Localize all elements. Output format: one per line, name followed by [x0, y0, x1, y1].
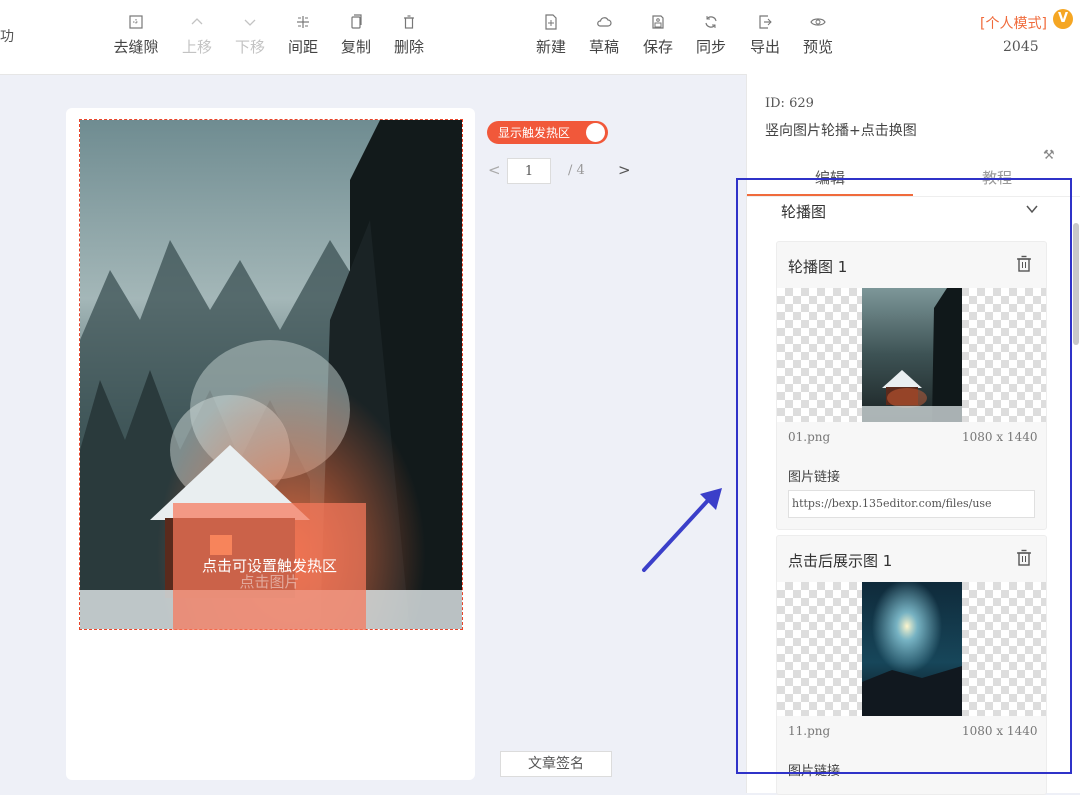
click-image-card: 点击后展示图 1 11.png 1080 x 1440 图片链接: [776, 535, 1047, 795]
click-image-title: 点击后展示图 1: [788, 552, 893, 570]
chevron-down-icon[interactable]: [1025, 202, 1039, 216]
template-id: ID: 629: [765, 96, 814, 111]
page-next-icon[interactable]: >: [618, 161, 631, 179]
tab-divider: [747, 196, 1080, 197]
trash-icon[interactable]: [1016, 255, 1032, 273]
eye-icon: [792, 10, 844, 32]
trash-icon: [383, 10, 435, 32]
save-icon: [632, 10, 684, 32]
toggle-knob: [586, 123, 605, 142]
save-label: 保存: [642, 38, 673, 56]
toolbar-left-stub: 功: [0, 29, 14, 45]
panel-scrollbar[interactable]: [1073, 223, 1079, 345]
delete-label: 删除: [393, 38, 424, 56]
copy-label: 复制: [340, 38, 371, 56]
carousel-section-title[interactable]: 轮播图: [781, 201, 826, 222]
carousel-image-thumbnail[interactable]: [777, 288, 1046, 422]
spacing-label: 间距: [287, 38, 318, 56]
move-down-label: 下移: [234, 38, 265, 56]
carousel-item-title: 轮播图 1: [788, 258, 848, 276]
chevron-up-icon: [171, 10, 223, 32]
cloud-icon: [578, 10, 630, 32]
move-up-label: 上移: [181, 38, 212, 56]
page-total: / 4: [568, 163, 585, 178]
article-signature-button[interactable]: 文章签名: [500, 751, 612, 777]
carousel-image-dimensions: 1080 x 1440: [962, 430, 1038, 444]
export-label: 导出: [749, 38, 780, 56]
copy-button[interactable]: 复制: [330, 10, 382, 57]
winter-cabin-thumbnail: [862, 288, 962, 422]
draft-button[interactable]: 草稿: [578, 10, 630, 57]
personal-mode-link[interactable]: [个人模式]: [980, 13, 1047, 33]
tab-tutorial[interactable]: 教程: [913, 166, 1080, 194]
settings-panel: ID: 629 竖向图片轮播+点击换图 ⚒ 编辑 教程 轮播图 轮播图 1 01…: [746, 74, 1080, 795]
fireworks-thumbnail: [862, 582, 962, 716]
carousel-image-filename: 01.png: [788, 430, 831, 444]
export-icon: [739, 10, 791, 32]
image-link-label: 图片链接: [788, 470, 841, 485]
move-down-button[interactable]: 下移: [224, 10, 276, 57]
sync-icon: [685, 10, 737, 32]
tools-icon[interactable]: ⚒: [1043, 148, 1055, 163]
sync-button[interactable]: 同步: [685, 10, 737, 57]
show-hotspot-toggle[interactable]: 显示触发热区: [487, 121, 608, 144]
save-button[interactable]: 保存: [632, 10, 684, 57]
export-button[interactable]: 导出: [739, 10, 791, 57]
vip-badge-icon[interactable]: V: [1053, 9, 1073, 29]
trash-icon[interactable]: [1016, 549, 1032, 567]
new-file-icon: [525, 10, 577, 32]
remove-gap-button[interactable]: 去缝隙: [110, 10, 162, 57]
delete-button[interactable]: 删除: [383, 10, 435, 57]
click-image-thumbnail[interactable]: [777, 582, 1046, 716]
remove-gap-label: 去缝隙: [113, 38, 159, 56]
spacing-icon: [277, 10, 329, 32]
chevron-down-icon: [224, 10, 276, 32]
click-image-link-label: 图片链接: [788, 764, 841, 779]
image-link-input[interactable]: https://bexp.135editor.com/files/use: [788, 490, 1035, 518]
annotation-arrow-icon: [642, 488, 722, 572]
preview-label: 预览: [802, 38, 833, 56]
show-hotspot-toggle-label: 显示触发热区: [498, 126, 571, 140]
page-prev-icon[interactable]: <: [488, 161, 501, 179]
move-up-button[interactable]: 上移: [171, 10, 223, 57]
spacing-button[interactable]: 间距: [277, 10, 329, 57]
new-button[interactable]: 新建: [525, 10, 577, 57]
copy-icon: [330, 10, 382, 32]
trigger-hotspot-area[interactable]: 点击可设置触发热区 点击图片: [173, 503, 366, 630]
tab-edit[interactable]: 编辑: [747, 166, 913, 196]
template-name: 竖向图片轮播+点击换图: [765, 123, 917, 139]
user-count: 2045: [1003, 39, 1039, 55]
gap-icon: [110, 10, 162, 32]
sync-label: 同步: [695, 38, 726, 56]
toolbar: 功 去缝隙 上移 下移 间距 复制 删除 新建 草稿 保存 同步 导出 预览 […: [0, 0, 1080, 75]
draft-label: 草稿: [588, 38, 619, 56]
preview-button[interactable]: 预览: [792, 10, 844, 57]
hotspot-click-image-text: 点击图片: [239, 573, 300, 591]
new-label: 新建: [535, 38, 566, 56]
page-number-input[interactable]: [507, 158, 551, 184]
click-image-filename: 11.png: [788, 724, 831, 738]
carousel-item-card: 轮播图 1 01.png 1080 x 1440 图片链接 https://be…: [776, 241, 1047, 530]
click-image-dimensions: 1080 x 1440: [962, 724, 1038, 738]
